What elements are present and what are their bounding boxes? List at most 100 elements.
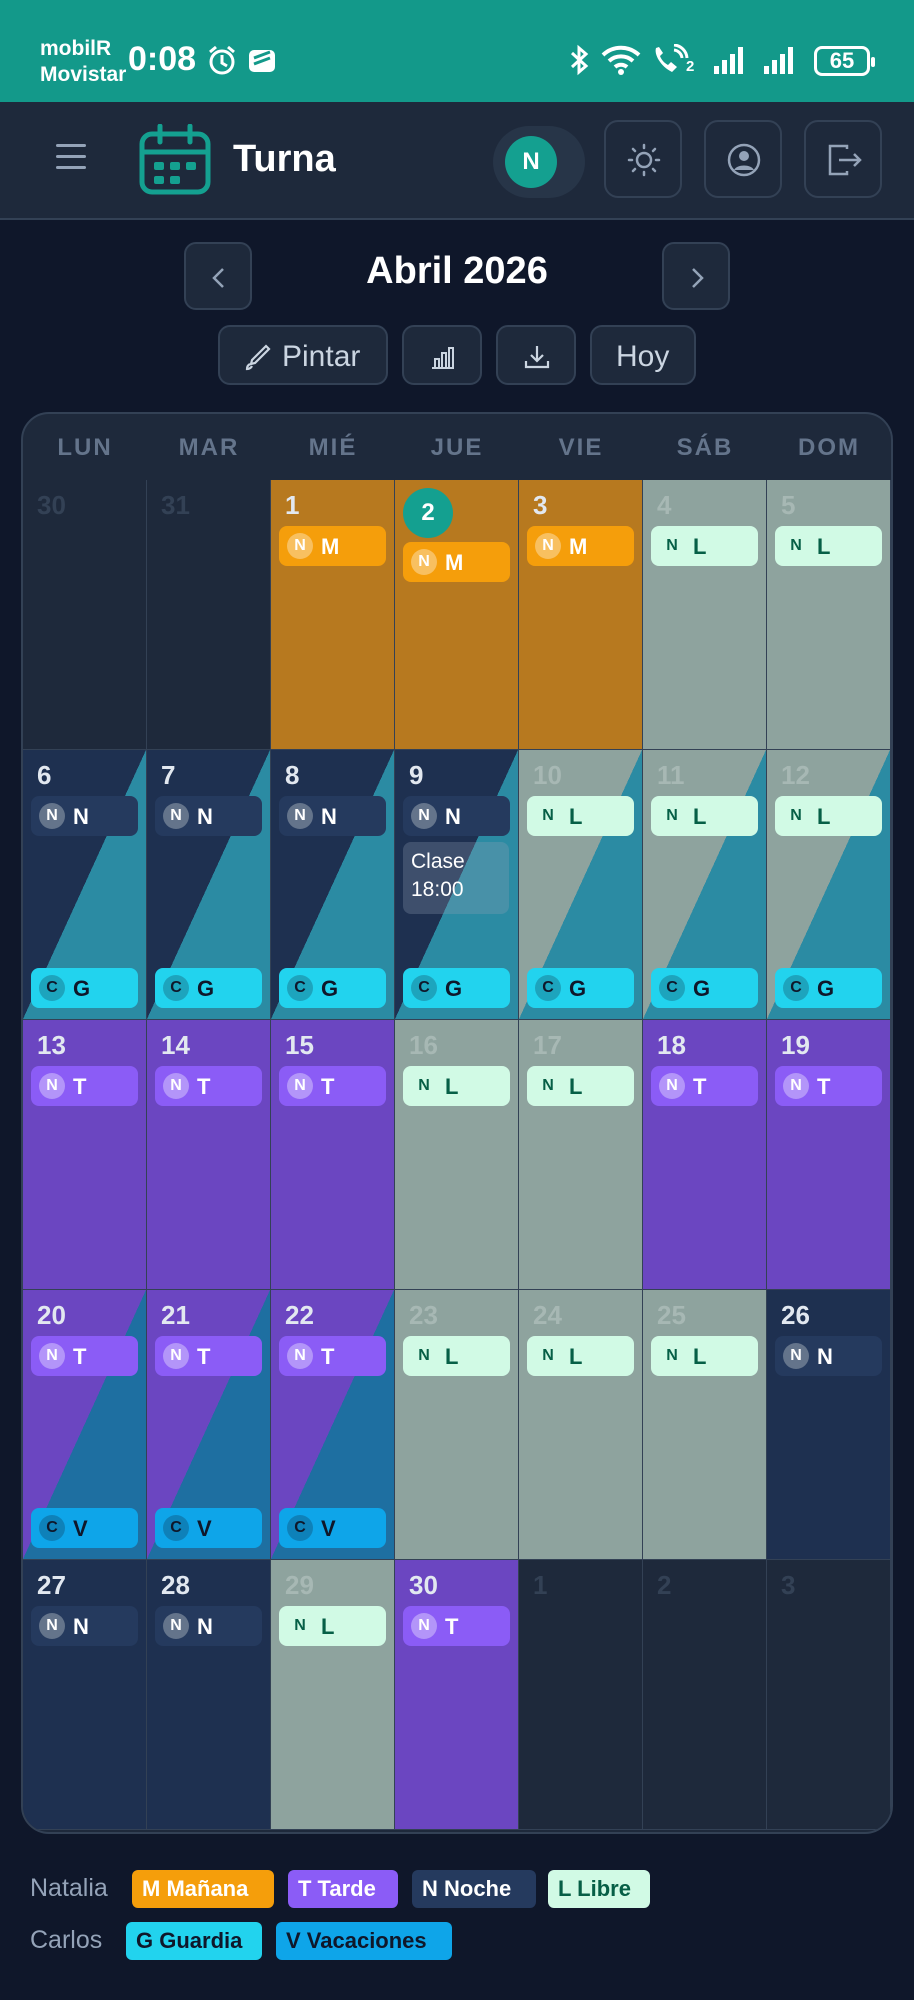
day-cell[interactable]: 3 NM xyxy=(519,480,643,750)
prev-month-button[interactable] xyxy=(184,242,252,310)
day-number: 22 xyxy=(285,1300,314,1330)
day-cell[interactable]: 2NM xyxy=(395,480,519,750)
shift-chip[interactable]: NL xyxy=(651,796,758,836)
shift-chip[interactable]: NM xyxy=(527,526,634,566)
shift-chip[interactable]: CG xyxy=(527,968,634,1008)
shift-chip[interactable]: CG xyxy=(403,968,510,1008)
next-month-button[interactable] xyxy=(662,242,730,310)
shift-chip[interactable]: CV xyxy=(31,1508,138,1548)
stats-button[interactable] xyxy=(402,325,482,385)
day-cell[interactable]: 31 xyxy=(147,480,271,750)
shift-chip[interactable]: NT xyxy=(775,1066,882,1106)
day-cell[interactable]: 24 N L xyxy=(519,1290,643,1560)
shift-chip[interactable]: NT xyxy=(403,1606,510,1646)
shift-code: L xyxy=(445,1074,459,1099)
day-cell[interactable]: 21 N T C V xyxy=(147,1290,271,1560)
shift-chip[interactable]: NL xyxy=(527,796,634,836)
day-cell[interactable]: 17 N L xyxy=(519,1020,643,1290)
shift-chip[interactable]: NT xyxy=(279,1066,386,1106)
shift-chip[interactable]: NT xyxy=(279,1336,386,1376)
day-cell[interactable]: 30 N T xyxy=(395,1560,519,1830)
shift-chip[interactable]: NL xyxy=(527,1336,634,1376)
day-cell[interactable]: 16 N L xyxy=(395,1020,519,1290)
person-initial: C xyxy=(39,975,65,1001)
shift-chip[interactable]: NL xyxy=(651,1336,758,1376)
day-cell[interactable]: 1 NM xyxy=(271,480,395,750)
shift-chip[interactable]: NL xyxy=(775,796,882,836)
shift-chip[interactable]: NT xyxy=(155,1336,262,1376)
day-cell[interactable]: 7NNCG xyxy=(147,750,271,1020)
logout-button[interactable] xyxy=(804,120,882,198)
day-cell[interactable]: 20 N T C V xyxy=(23,1290,147,1560)
day-cell[interactable]: 12 N L C G xyxy=(767,750,891,1020)
shift-chip[interactable]: NN xyxy=(403,796,510,836)
day-cell[interactable]: 29 N L xyxy=(271,1560,395,1830)
day-cell[interactable]: 26 N N xyxy=(767,1290,891,1560)
shift-chip[interactable]: NT xyxy=(155,1066,262,1106)
day-number: 18 xyxy=(657,1030,686,1060)
shift-chip[interactable]: NM xyxy=(279,526,386,566)
shift-code: L xyxy=(445,1344,459,1369)
shift-chip[interactable]: NL xyxy=(279,1606,386,1646)
shift-chip[interactable]: NN xyxy=(775,1336,882,1376)
paint-button[interactable]: Pintar xyxy=(218,325,388,385)
shift-code: L xyxy=(817,804,831,829)
day-cell[interactable]: 28 N N xyxy=(147,1560,271,1830)
shift-chip[interactable]: CG xyxy=(31,968,138,1008)
day-cell[interactable]: 4 NL xyxy=(643,480,767,750)
shift-chip[interactable]: NT xyxy=(651,1066,758,1106)
shift-chip[interactable]: NL xyxy=(527,1066,634,1106)
shift-chip[interactable]: NN xyxy=(155,796,262,836)
export-button[interactable] xyxy=(496,325,576,385)
shift-chip[interactable]: NL xyxy=(403,1066,510,1106)
day-cell[interactable]: 19 N T xyxy=(767,1020,891,1290)
user-switcher[interactable]: N xyxy=(493,126,585,198)
shift-chip[interactable]: CV xyxy=(155,1508,262,1548)
day-cell[interactable]: 27 N N xyxy=(23,1560,147,1830)
day-number: 27 xyxy=(37,1570,66,1600)
day-cell[interactable]: 18 N T xyxy=(643,1020,767,1290)
person-initial: C xyxy=(659,975,685,1001)
theme-toggle-button[interactable] xyxy=(604,120,682,198)
menu-icon[interactable] xyxy=(52,138,92,178)
shift-chip[interactable]: NL xyxy=(775,526,882,566)
shift-chip[interactable]: CG xyxy=(775,968,882,1008)
day-cell[interactable]: 5 NL xyxy=(767,480,891,750)
day-cell[interactable]: 2 xyxy=(643,1560,767,1830)
shift-chip[interactable]: NT xyxy=(31,1066,138,1106)
shift-chip[interactable]: NN xyxy=(31,796,138,836)
day-cell[interactable]: 10 N L C G xyxy=(519,750,643,1020)
profile-button[interactable] xyxy=(704,120,782,198)
day-cell[interactable]: 1 xyxy=(519,1560,643,1830)
shift-chip[interactable]: NN xyxy=(279,796,386,836)
day-cell[interactable]: 23 N L xyxy=(395,1290,519,1560)
day-cell[interactable]: 14 N T xyxy=(147,1020,271,1290)
shift-chip[interactable]: NT xyxy=(31,1336,138,1376)
day-cell[interactable]: 3 xyxy=(767,1560,891,1830)
person-initial: N xyxy=(39,1343,65,1369)
day-cell[interactable]: 13 N T xyxy=(23,1020,147,1290)
day-cell[interactable]: 30 xyxy=(23,480,147,750)
day-cell[interactable]: 9 N N C G Clase 18:00 xyxy=(395,750,519,1020)
day-cell[interactable]: 25 N L xyxy=(643,1290,767,1560)
shift-chip[interactable]: NL xyxy=(651,526,758,566)
shift-chip[interactable]: CG xyxy=(279,968,386,1008)
shift-chip[interactable]: NN xyxy=(31,1606,138,1646)
shift-chip[interactable]: CG xyxy=(155,968,262,1008)
event-note[interactable]: Clase 18:00 xyxy=(403,842,509,914)
day-cell[interactable]: 22 N T C V xyxy=(271,1290,395,1560)
day-number: 15 xyxy=(285,1030,314,1060)
day-cell[interactable]: 8NNCG xyxy=(271,750,395,1020)
shift-chip[interactable]: NM xyxy=(403,542,510,582)
shift-chip[interactable]: NN xyxy=(155,1606,262,1646)
shift-chip[interactable]: NL xyxy=(403,1336,510,1376)
person-initial: N xyxy=(287,1073,313,1099)
day-cell[interactable]: 11 N L C G xyxy=(643,750,767,1020)
shift-chip[interactable]: CG xyxy=(651,968,758,1008)
shift-chip[interactable]: CV xyxy=(279,1508,386,1548)
today-button[interactable]: Hoy xyxy=(590,325,696,385)
day-cell[interactable]: 15 N T xyxy=(271,1020,395,1290)
day-cell[interactable]: 6NNCG xyxy=(23,750,147,1020)
carrier-line-2: Movistar xyxy=(40,63,127,86)
day-number: 9 xyxy=(409,760,424,790)
